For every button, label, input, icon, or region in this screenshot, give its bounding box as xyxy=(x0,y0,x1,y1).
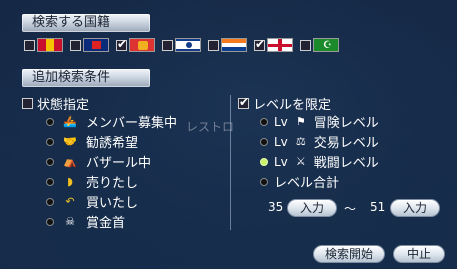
handshake-icon: 🤝 xyxy=(63,135,77,148)
bazaar-icon: ⛺ xyxy=(63,155,77,168)
nation-checkbox[interactable] xyxy=(24,39,35,51)
level-option[interactable]: Lv ⚑ 冒険レベル xyxy=(260,112,379,131)
level-option-label: レベル合計 xyxy=(274,176,340,191)
level-filter-toggle[interactable]: レベルを限定 xyxy=(238,94,331,113)
flag-icon xyxy=(221,38,247,52)
search-start-button[interactable]: 検索開始 xyxy=(313,245,385,263)
flag-icon xyxy=(267,38,293,52)
radio-dot[interactable] xyxy=(46,137,54,146)
nation-flag-row: ☪ xyxy=(24,37,339,52)
radio-dot[interactable] xyxy=(46,217,54,226)
status-option-label: 買いたし xyxy=(86,196,139,211)
status-option[interactable]: ⛺ バザール中 xyxy=(46,152,151,171)
status-option[interactable]: ◗ 売りたし xyxy=(46,172,138,191)
level-min-value: 35 xyxy=(268,200,284,214)
status-option-label: 売りたし xyxy=(86,176,139,191)
cancel-button[interactable]: 中止 xyxy=(393,245,445,263)
lv-prefix: Lv xyxy=(274,154,288,169)
sell-icon: ◗ xyxy=(67,175,73,188)
status-filter-toggle[interactable]: 状態指定 xyxy=(22,94,89,113)
level-option[interactable]: レベル合計 xyxy=(260,172,339,191)
nation-option[interactable] xyxy=(24,38,63,52)
status-option-label: バザール中 xyxy=(86,156,152,171)
column-divider xyxy=(230,95,231,230)
status-option[interactable]: 🤝 勧誘希望 xyxy=(46,132,138,151)
skull-icon: ☠ xyxy=(65,215,75,228)
level-label: レベルを限定 xyxy=(253,98,332,113)
level-option-label: 交易レベル xyxy=(313,136,379,151)
nation-checkbox[interactable] xyxy=(300,39,311,51)
radio-dot[interactable] xyxy=(46,117,54,126)
level-option[interactable]: Lv ⚖ 交易レベル xyxy=(260,132,379,151)
recruiting-icon: 🚣 xyxy=(63,115,77,128)
flag-icon xyxy=(175,38,201,52)
extra-section-title: 追加検索条件 xyxy=(22,69,150,87)
nation-checkbox[interactable] xyxy=(254,37,265,51)
radio-dot[interactable] xyxy=(260,157,268,166)
background-text: レストロ xyxy=(186,120,235,134)
radio-dot[interactable] xyxy=(46,197,54,206)
radio-dot[interactable] xyxy=(46,177,54,186)
status-checkbox[interactable] xyxy=(22,98,33,109)
nation-option[interactable] xyxy=(208,38,247,52)
nation-checkbox[interactable] xyxy=(70,39,81,51)
level-max-value: 51 xyxy=(370,200,386,214)
radio-dot[interactable] xyxy=(260,117,268,126)
lv-prefix: Lv xyxy=(274,114,288,129)
nation-option[interactable] xyxy=(254,37,293,52)
status-option-label: 賞金首 xyxy=(86,216,126,231)
status-option-label: 勧誘希望 xyxy=(86,136,139,151)
status-option[interactable]: ☠ 賞金首 xyxy=(46,212,125,231)
status-option-label: メンバー募集中 xyxy=(86,116,178,131)
radio-dot[interactable] xyxy=(260,137,268,146)
adventure-icon: ⚑ xyxy=(295,115,306,128)
nation-section-title: 検索する国籍 xyxy=(22,14,150,32)
nation-option[interactable] xyxy=(162,38,201,52)
level-checkbox[interactable] xyxy=(238,95,249,109)
nation-checkbox[interactable] xyxy=(116,37,127,51)
buy-icon: ↶ xyxy=(65,195,75,208)
level-option-label: 戦闘レベル xyxy=(313,156,379,171)
flag-icon: ☪ xyxy=(313,38,339,52)
max-input-button[interactable]: 入力 xyxy=(390,199,440,217)
nation-checkbox[interactable] xyxy=(208,39,219,51)
radio-dot[interactable] xyxy=(260,177,268,186)
level-option[interactable]: Lv ⚔ 戦闘レベル xyxy=(260,152,379,171)
flag-icon xyxy=(83,38,109,52)
flag-icon xyxy=(129,38,155,52)
status-option[interactable]: 🚣 メンバー募集中 xyxy=(46,112,177,131)
nation-option[interactable] xyxy=(70,38,109,52)
nation-option[interactable] xyxy=(116,37,155,52)
range-separator: ～ xyxy=(344,202,357,216)
status-option[interactable]: ↶ 買いたし xyxy=(46,192,138,211)
flag-icon xyxy=(37,38,63,52)
radio-dot[interactable] xyxy=(46,157,54,166)
lv-prefix: Lv xyxy=(274,134,288,149)
trade-icon: ⚖ xyxy=(295,135,306,148)
level-option-label: 冒険レベル xyxy=(313,116,379,131)
nation-checkbox[interactable] xyxy=(162,39,173,51)
status-label: 状態指定 xyxy=(37,98,90,113)
nation-option[interactable]: ☪ xyxy=(300,38,339,52)
battle-icon: ⚔ xyxy=(295,155,306,168)
min-input-button[interactable]: 入力 xyxy=(287,199,337,217)
